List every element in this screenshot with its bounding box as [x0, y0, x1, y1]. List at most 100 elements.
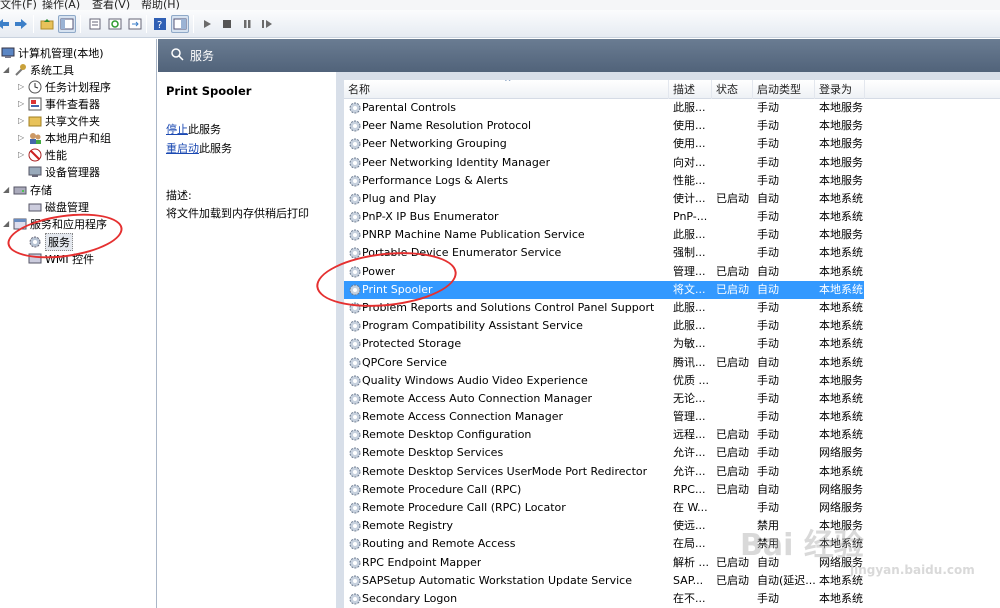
- table-row[interactable]: Remote Desktop Configuration 远程... 已启动 手动 本地…: [344, 426, 864, 444]
- table-row[interactable]: Secondary Logon 在不... 手动 本地系统: [344, 590, 864, 608]
- menu-view[interactable]: 查看(V): [92, 0, 130, 10]
- start-service-icon[interactable]: [198, 15, 216, 33]
- cell-name: Remote Desktop Services: [362, 446, 504, 460]
- tree-device-manager[interactable]: 设备管理器: [27, 163, 100, 180]
- table-row[interactable]: PNRP Machine Name Publication Service 此服.…: [344, 226, 864, 244]
- cell-name: Peer Networking Identity Manager: [362, 155, 551, 169]
- collapse-arrow-icon[interactable]: ◢: [3, 185, 12, 194]
- column-desc[interactable]: 描述: [669, 80, 712, 99]
- cell-name: Power: [362, 264, 396, 278]
- table-row[interactable]: Portable Device Enumerator Service 强制... 手…: [344, 244, 864, 262]
- tree-root[interactable]: 计算机管理(本地): [0, 44, 104, 61]
- cell-desc: 在 W...: [673, 500, 708, 514]
- back-icon[interactable]: [0, 15, 12, 33]
- table-row[interactable]: Remote Procedure Call (RPC) RPC... 已启动 自动 网络…: [344, 481, 864, 499]
- expand-arrow-icon[interactable]: ▷: [18, 116, 27, 125]
- table-row[interactable]: Performance Logs & Alerts 性能... 手动 本地服务: [344, 172, 864, 190]
- collapse-arrow-icon[interactable]: ◢: [3, 219, 12, 228]
- expand-arrow-icon[interactable]: ▷: [18, 99, 27, 108]
- expand-arrow-icon[interactable]: ▷: [18, 150, 27, 159]
- table-row[interactable]: Parental Controls 此服... 手动 本地服务: [344, 99, 864, 117]
- column-startup[interactable]: 启动类型: [753, 80, 815, 99]
- cell-logon: 本地服务: [819, 519, 863, 533]
- table-row[interactable]: Remote Access Connection Manager 管理... 手动 本…: [344, 408, 864, 426]
- refresh-icon[interactable]: [106, 15, 124, 33]
- cell-logon: 本地系统: [819, 210, 863, 224]
- tree-performance[interactable]: ▷ 性能: [18, 146, 67, 163]
- table-row[interactable]: Peer Networking Identity Manager 向对... 手动 本…: [344, 154, 864, 172]
- table-row[interactable]: QPCore Service 腾讯... 已启动 自动 本地系统: [344, 354, 864, 372]
- restart-suffix: 此服务: [199, 142, 232, 155]
- cell-name: Print Spooler: [362, 282, 433, 296]
- show-hide-tree-icon[interactable]: [58, 15, 76, 33]
- cell-status: 已启动: [716, 555, 749, 569]
- table-row[interactable]: Routing and Remote Access 在局... 禁用 本地系统: [344, 535, 864, 553]
- restart-service-icon[interactable]: [258, 15, 276, 33]
- cell-logon: 本地系统: [819, 591, 863, 605]
- cell-desc: 使远...: [673, 519, 706, 533]
- column-name[interactable]: 名称 ^: [344, 80, 669, 99]
- cell-status: 已启动: [716, 446, 749, 460]
- stop-service-icon[interactable]: [218, 15, 236, 33]
- table-row[interactable]: Peer Name Resolution Protocol 使用... 手动 本地服务: [344, 117, 864, 135]
- up-folder-icon[interactable]: [38, 15, 56, 33]
- tree-storage[interactable]: ◢ 存储: [3, 181, 52, 198]
- menu-file[interactable]: 文件(F): [0, 0, 37, 10]
- tree-services[interactable]: 服务: [27, 232, 73, 251]
- table-row[interactable]: Problem Reports and Solutions Control Pa…: [344, 299, 864, 317]
- tree-disk-management[interactable]: 磁盘管理: [27, 198, 89, 215]
- column-logon[interactable]: 登录为: [815, 80, 865, 99]
- cell-startup: 自动: [757, 555, 779, 569]
- cell-name: Secondary Logon: [362, 591, 458, 605]
- table-row[interactable]: Remote Procedure Call (RPC) Locator 在 W..…: [344, 499, 864, 517]
- table-row[interactable]: Remote Desktop Services UserMode Port Re…: [344, 463, 864, 481]
- table-row[interactable]: SAPSetup Automatic Workstation Update Se…: [344, 572, 864, 590]
- cell-name: QPCore Service: [362, 355, 447, 369]
- tree-event-viewer[interactable]: ▷ 事件查看器: [18, 95, 100, 112]
- services-header: 服务: [158, 39, 1000, 72]
- tree-task-scheduler[interactable]: ▷ 任务计划程序: [18, 78, 111, 95]
- table-row[interactable]: PnP-X IP Bus Enumerator PnP-... 手动 本地系统: [344, 208, 864, 226]
- table-row[interactable]: Plug and Play 使计... 已启动 自动 本地系统: [344, 190, 864, 208]
- tree-local-users[interactable]: ▷ 本地用户和组: [18, 129, 111, 146]
- column-status[interactable]: 状态: [712, 80, 753, 99]
- menu-action[interactable]: 操作(A): [42, 0, 80, 10]
- pause-service-icon[interactable]: [238, 15, 256, 33]
- tree-wmi[interactable]: WMI 控件: [27, 250, 94, 267]
- service-gear-icon: [349, 375, 361, 387]
- cell-logon: 本地系统: [819, 300, 863, 314]
- tree-shared-folders[interactable]: ▷ 共享文件夹: [18, 112, 100, 129]
- expand-arrow-icon[interactable]: ▷: [18, 133, 27, 142]
- collapse-arrow-icon[interactable]: ◢: [3, 65, 12, 74]
- table-row[interactable]: Protected Storage 为敏... 手动 本地系统: [344, 335, 864, 353]
- storage-icon: [12, 183, 27, 197]
- tree-shared-folders-label: 共享文件夹: [45, 114, 100, 128]
- forward-icon[interactable]: [12, 15, 30, 33]
- action-pane-icon[interactable]: [171, 15, 189, 33]
- expand-arrow-icon[interactable]: ▷: [18, 82, 27, 91]
- properties-icon[interactable]: [86, 15, 104, 33]
- table-row[interactable]: Print Spooler 将文... 已启动 自动 本地系统: [344, 280, 864, 299]
- tree-system-tools[interactable]: ◢ 系统工具: [3, 61, 74, 78]
- table-row[interactable]: Peer Networking Grouping 使用... 手动 本地服务: [344, 135, 864, 153]
- export-icon[interactable]: [126, 15, 144, 33]
- tree-services-apps[interactable]: ◢ 服务和应用程序: [3, 215, 107, 232]
- table-row[interactable]: Program Compatibility Assistant Service 此…: [344, 317, 864, 335]
- cell-startup: 自动: [757, 355, 779, 369]
- stop-link[interactable]: 停止: [166, 123, 188, 136]
- service-gear-icon: [349, 138, 361, 150]
- cell-logon: 本地系统: [819, 191, 863, 205]
- help-icon[interactable]: ?: [151, 15, 169, 33]
- table-row[interactable]: Remote Registry 使远... 禁用 本地服务: [344, 517, 864, 535]
- table-row[interactable]: RPC Endpoint Mapper 解析 ... 已启动 自动 网络服务: [344, 554, 864, 572]
- table-row[interactable]: Remote Desktop Services 允许... 已启动 手动 网络服务: [344, 444, 864, 462]
- table-row[interactable]: Power 管理... 已启动 自动 本地系统: [344, 263, 864, 281]
- cell-startup: 手动: [757, 500, 779, 514]
- table-row[interactable]: Remote Access Auto Connection Manager 无论.…: [344, 390, 864, 408]
- menu-help[interactable]: 帮助(H): [141, 0, 180, 10]
- cell-name: Remote Desktop Configuration: [362, 428, 532, 442]
- restart-link[interactable]: 重启动: [166, 142, 199, 155]
- cell-desc: 优质 ...: [673, 373, 709, 387]
- cell-desc: 使计...: [673, 191, 706, 205]
- table-row[interactable]: Quality Windows Audio Video Experience 优质…: [344, 372, 864, 390]
